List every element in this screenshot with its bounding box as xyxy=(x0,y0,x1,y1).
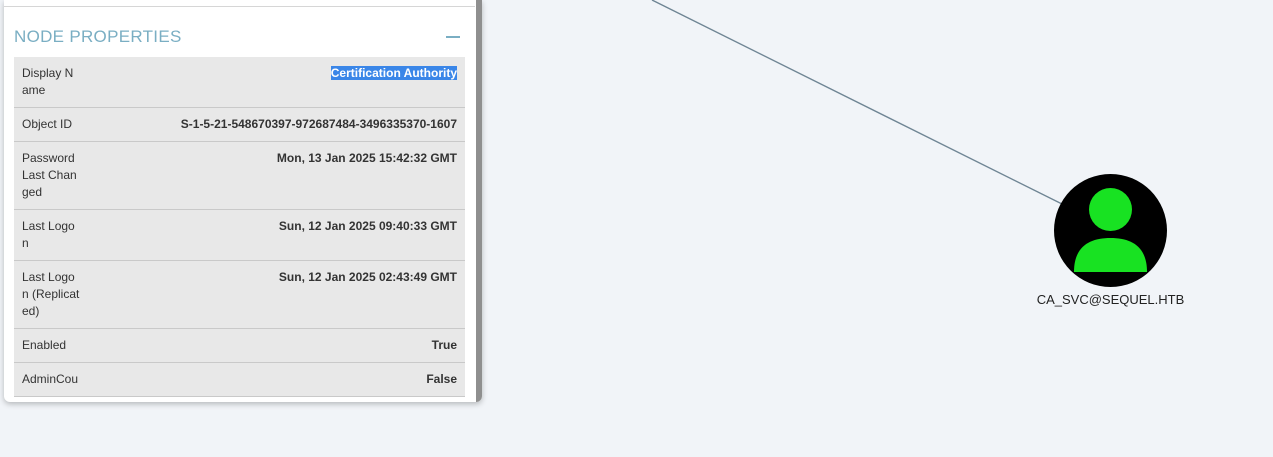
property-value[interactable]: True xyxy=(80,328,465,363)
node-properties-panel: NODE PROPERTIES Display Name Certificati… xyxy=(4,0,482,402)
table-row: Object ID S-1-5-21-548670397-972687484-3… xyxy=(14,107,465,142)
property-value[interactable]: Sun, 12 Jan 2025 09:40:33 GMT xyxy=(80,209,465,261)
property-key: Display Name xyxy=(14,57,80,108)
collapse-button[interactable] xyxy=(445,29,461,45)
property-value[interactable]: S-1-5-21-548670397-972687484-3496335370-… xyxy=(80,107,465,142)
table-row: Display Name Certification Authority xyxy=(14,57,465,108)
node-label[interactable]: CA_SVC@SEQUEL.HTB xyxy=(1020,292,1201,307)
properties-table: Display Name Certification Authority Obj… xyxy=(14,57,465,397)
user-node[interactable] xyxy=(1054,174,1167,287)
section-title: NODE PROPERTIES xyxy=(14,27,182,46)
panel-scrollbar[interactable] xyxy=(476,0,482,402)
property-value[interactable]: False xyxy=(80,362,465,397)
node-properties-header[interactable]: NODE PROPERTIES xyxy=(14,25,461,49)
minus-icon xyxy=(446,36,460,38)
table-row: Last Logon (Replicated) Sun, 12 Jan 2025… xyxy=(14,260,465,329)
selected-text[interactable]: Certification Authority xyxy=(330,66,457,80)
table-row: AdminCou False xyxy=(14,362,465,397)
user-icon xyxy=(1074,188,1147,272)
divider xyxy=(4,6,475,7)
property-key: Last Logon (Replicated) xyxy=(14,260,80,329)
property-key: AdminCou xyxy=(14,362,80,397)
property-value[interactable]: Sun, 12 Jan 2025 02:43:49 GMT xyxy=(80,260,465,329)
property-key: Password Last Changed xyxy=(14,141,80,210)
property-value[interactable]: Certification Authority xyxy=(80,57,465,108)
property-value[interactable]: Mon, 13 Jan 2025 15:42:32 GMT xyxy=(80,141,465,210)
property-key: Last Logon xyxy=(14,209,80,261)
property-key: Enabled xyxy=(14,328,80,363)
table-row: Enabled True xyxy=(14,328,465,363)
table-row: Last Logon Sun, 12 Jan 2025 09:40:33 GMT xyxy=(14,209,465,261)
table-row: Password Last Changed Mon, 13 Jan 2025 1… xyxy=(14,141,465,210)
property-key: Object ID xyxy=(14,107,80,142)
